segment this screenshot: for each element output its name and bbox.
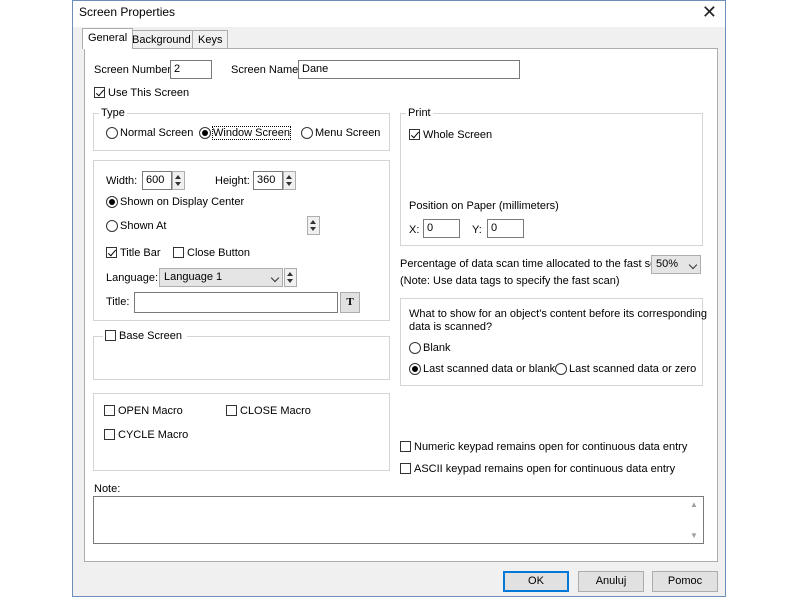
window-screen-radio[interactable] (199, 127, 211, 139)
open-macro-checkbox[interactable] (104, 405, 115, 416)
screen-name-field[interactable]: Dane (298, 60, 520, 79)
menu-screen-radio[interactable] (301, 127, 313, 139)
numeric-keypad-checkbox[interactable] (400, 441, 411, 452)
blank-label: Blank (423, 342, 451, 354)
scroll-down-icon[interactable]: ▼ (690, 531, 698, 540)
window-title: Screen Properties (79, 5, 176, 19)
close-macro-label: CLOSE Macro (240, 405, 311, 417)
last-zero-radio[interactable] (555, 363, 567, 375)
height-label: Height: (215, 175, 250, 187)
height-spinner[interactable] (283, 171, 296, 190)
normal-screen-radio[interactable] (106, 127, 118, 139)
print-group-label: Print (406, 107, 433, 119)
open-macro-label: OPEN Macro (118, 405, 183, 417)
base-screen-label: Base Screen (119, 330, 182, 342)
fast-scan-select[interactable]: 50% (651, 255, 701, 274)
shown-at-spinner[interactable] (307, 216, 320, 235)
title-field[interactable] (134, 292, 338, 313)
shown-center-label: Shown on Display Center (120, 196, 245, 208)
title-bar-label: Title Bar (120, 247, 161, 259)
whole-screen-label: Whole Screen (423, 129, 493, 141)
scroll-up-icon[interactable]: ▲ (690, 500, 698, 509)
close-button-checkbox[interactable] (173, 247, 184, 258)
use-this-screen-label: Use This Screen (108, 87, 190, 99)
screen-number-label: Screen Number: (94, 64, 175, 76)
content-question-line2: data is scanned? (409, 321, 493, 333)
content-question-line1: What to show for an object's content bef… (409, 308, 708, 320)
cycle-macro-label: CYCLE Macro (118, 429, 189, 441)
x-label: X: (409, 224, 420, 236)
position-on-paper-label: Position on Paper (millimeters) (409, 200, 559, 212)
close-button-label: Close Button (187, 247, 250, 259)
fast-scan-note: (Note: Use data tags to specify the fast… (400, 275, 620, 287)
tab-keys[interactable]: Keys (192, 30, 229, 48)
numeric-keypad-label: Numeric keypad remains open for continuo… (414, 441, 688, 453)
fast-scan-label: Percentage of data scan time allocated t… (400, 258, 671, 270)
screen-number-field[interactable]: 2 (170, 60, 212, 79)
close-macro-checkbox[interactable] (226, 405, 237, 416)
last-zero-label: Last scanned data or zero (569, 363, 697, 375)
language-label: Language: (106, 272, 158, 284)
title-font-button[interactable]: T (340, 292, 360, 313)
ascii-keypad-label: ASCII keypad remains open for continuous… (414, 463, 676, 475)
fast-scan-value: 50% (656, 258, 679, 270)
blank-radio[interactable] (409, 342, 421, 354)
use-this-screen-checkbox[interactable] (94, 87, 105, 98)
note-label: Note: (94, 483, 121, 495)
ascii-keypad-checkbox[interactable] (400, 463, 411, 474)
type-group-label: Type (99, 107, 127, 119)
shown-at-radio[interactable] (106, 220, 118, 232)
y-field[interactable]: 0 (487, 219, 524, 238)
help-button[interactable]: Pomoc (652, 571, 718, 592)
title-bar: Screen Properties ✕ (73, 1, 725, 27)
language-spinner[interactable] (284, 268, 297, 287)
chevron-down-icon (270, 273, 280, 283)
width-spinner[interactable] (172, 171, 185, 190)
chevron-down-icon (688, 260, 698, 270)
width-label: Width: (106, 175, 138, 187)
menu-screen-label: Menu Screen (315, 127, 381, 139)
height-field[interactable]: 360 (253, 171, 283, 190)
cancel-button[interactable]: Anuluj (578, 571, 644, 592)
shown-center-radio[interactable] (106, 196, 118, 208)
ok-button[interactable]: OK (503, 571, 569, 592)
language-select[interactable]: Language 1 (159, 268, 283, 287)
screen-name-label: Screen Name: (231, 64, 302, 76)
language-value: Language 1 (164, 271, 223, 283)
whole-screen-checkbox[interactable] (409, 129, 420, 140)
tab-general[interactable]: General (82, 28, 134, 49)
title-label: Title: (106, 296, 130, 308)
shown-at-label: Shown At (120, 220, 167, 232)
last-blank-radio[interactable] (409, 363, 421, 375)
base-screen-checkbox[interactable] (105, 330, 116, 341)
normal-screen-label: Normal Screen (120, 127, 194, 139)
window-screen-label: Window Screen (211, 126, 292, 140)
y-label: Y: (472, 224, 482, 236)
cycle-macro-checkbox[interactable] (104, 429, 115, 440)
note-field[interactable] (93, 496, 704, 544)
title-bar-checkbox[interactable] (106, 247, 117, 258)
tab-background[interactable]: Background (126, 30, 197, 48)
width-field[interactable]: 600 (142, 171, 172, 190)
x-field[interactable]: 0 (423, 219, 460, 238)
close-icon[interactable]: ✕ (702, 2, 717, 22)
last-blank-label: Last scanned data or blank (423, 363, 556, 375)
